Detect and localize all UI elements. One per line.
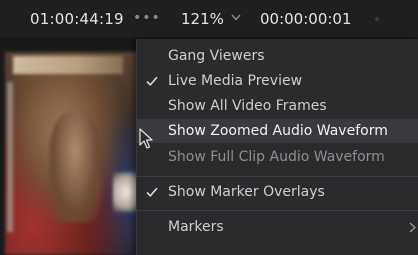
chevron-down-icon[interactable] [231, 14, 241, 21]
ellipsis-icon[interactable]: ••• [133, 10, 161, 26]
menu-item-label: Markers [168, 219, 224, 235]
menu-item-label: Show Full Clip Audio Waveform [168, 149, 385, 165]
menu-item-gang-viewers[interactable]: Gang Viewers [137, 44, 418, 68]
video-frame [5, 52, 145, 255]
menu-item-live-media-preview[interactable]: Live Media Preview [137, 69, 418, 93]
duration-timecode[interactable]: 00:00:00:01 [260, 10, 352, 28]
menu-item-show-marker-overlays[interactable]: Show Marker Overlays [137, 180, 418, 204]
menu-item-label: Live Media Preview [168, 73, 303, 89]
chevron-right-icon [409, 222, 416, 233]
mouse-pointer-icon [139, 128, 153, 149]
menu-separator [137, 210, 418, 211]
menu-item-markers[interactable]: Markers [137, 215, 418, 239]
menu-item-label: Show All Video Frames [168, 98, 327, 114]
viewer-options-menu: Gang Viewers Live Media Preview Show All… [136, 39, 418, 255]
source-timecode[interactable]: 01:00:44:19 [30, 10, 124, 28]
status-dot [375, 17, 379, 21]
menu-item-show-full-clip-audio-waveform: Show Full Clip Audio Waveform [137, 145, 418, 169]
zoom-level[interactable]: 121% [181, 10, 224, 28]
checkmark-icon [146, 76, 158, 86]
menu-separator [137, 176, 418, 177]
menu-item-show-all-video-frames[interactable]: Show All Video Frames [137, 94, 418, 118]
menu-item-show-zoomed-audio-waveform[interactable]: Show Zoomed Audio Waveform [137, 119, 418, 143]
menu-item-label: Gang Viewers [168, 48, 265, 64]
viewer-toolbar: 01:00:44:19 ••• 121% 00:00:00:01 [0, 0, 418, 39]
menu-item-label: Show Zoomed Audio Waveform [168, 123, 388, 139]
checkmark-icon [146, 187, 158, 197]
menu-item-label: Show Marker Overlays [168, 184, 325, 200]
